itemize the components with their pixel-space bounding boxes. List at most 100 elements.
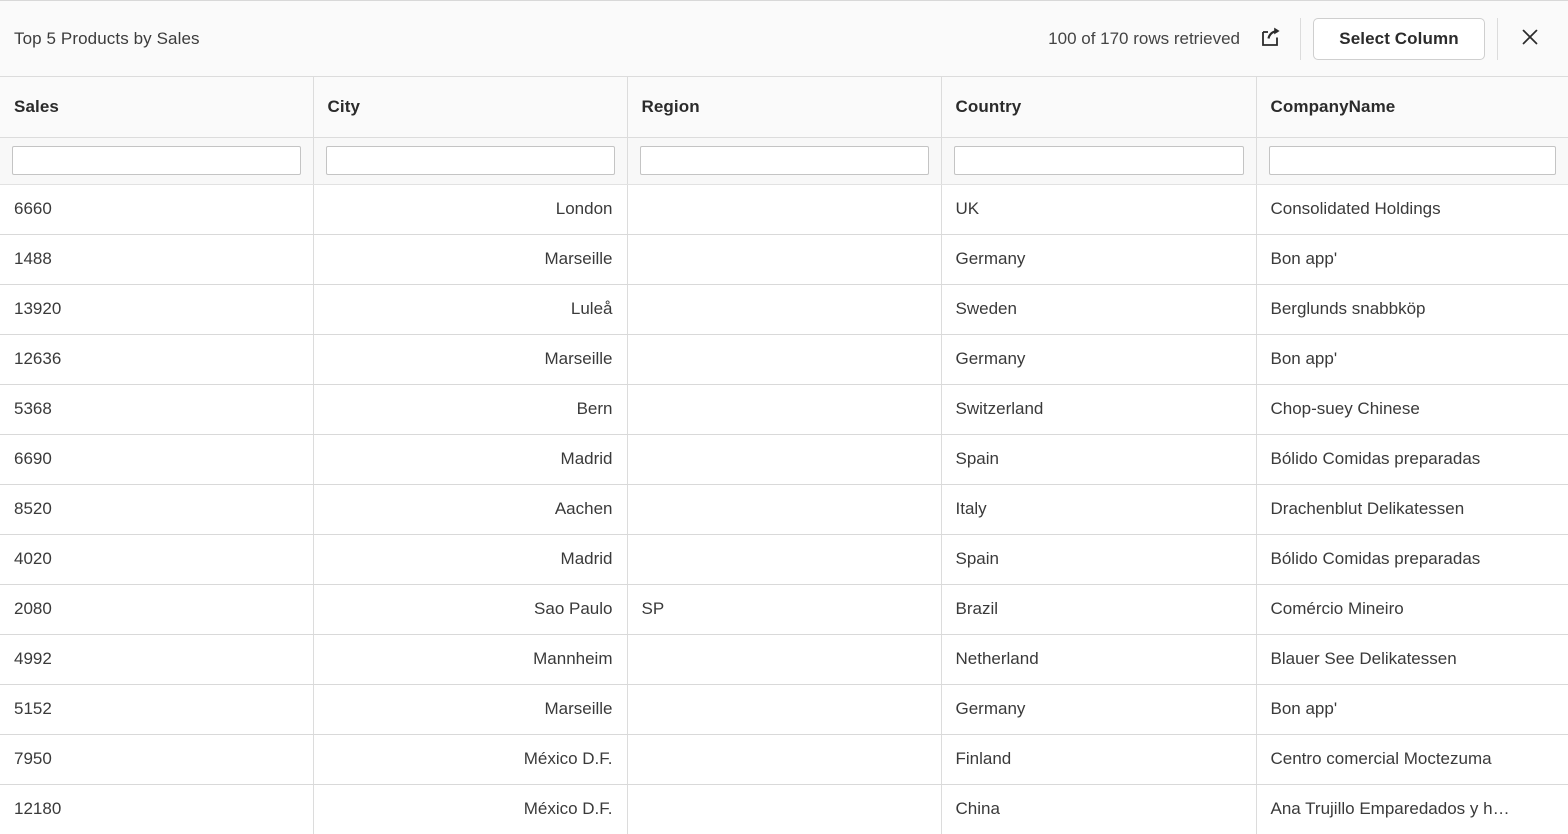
cell-company_name: Drachenblut Delikatessen [1256, 484, 1568, 534]
table-row[interactable]: 2080Sao PauloSPBrazilComércio Mineiro [0, 584, 1568, 634]
cell-city: Bern [313, 384, 627, 434]
table-scroll-area[interactable]: Sales City Region Country CompanyName [0, 77, 1568, 834]
header-divider-1 [1300, 18, 1301, 60]
filter-cell-region [627, 137, 941, 184]
close-icon [1521, 27, 1539, 51]
column-header-region[interactable]: Region [627, 77, 941, 137]
filter-cell-companyname [1256, 137, 1568, 184]
table-header-row: Sales City Region Country CompanyName [0, 77, 1568, 137]
cell-city: Marseille [313, 684, 627, 734]
cell-sales: 5368 [0, 384, 313, 434]
cell-country: China [941, 784, 1256, 834]
rows-retrieved-status: 100 of 170 rows retrieved [1048, 29, 1240, 49]
cell-country: Germany [941, 684, 1256, 734]
cell-sales: 6690 [0, 434, 313, 484]
column-header-companyname[interactable]: CompanyName [1256, 77, 1568, 137]
table-header: Sales City Region Country CompanyName [0, 77, 1568, 184]
cell-region [627, 634, 941, 684]
cell-region [627, 434, 941, 484]
table-row[interactable]: 6660London UKConsolidated Holdings [0, 184, 1568, 234]
cell-city: Mannheim [313, 634, 627, 684]
table-row[interactable]: 4992MannheimNetherlandBlauer See Delikat… [0, 634, 1568, 684]
table-row[interactable]: 12636Marseille GermanyBon app' [0, 334, 1568, 384]
cell-country: Sweden [941, 284, 1256, 334]
cell-city: London [313, 184, 627, 234]
table-row[interactable]: 5152Marseille GermanyBon app' [0, 684, 1568, 734]
cell-region [627, 534, 941, 584]
filter-input-region[interactable] [640, 146, 929, 175]
cell-company_name: Bon app' [1256, 334, 1568, 384]
cell-sales: 5152 [0, 684, 313, 734]
cell-region [627, 234, 941, 284]
close-button[interactable] [1510, 19, 1550, 59]
table-row[interactable]: 1488Marseille GermanyBon app' [0, 234, 1568, 284]
table-row[interactable]: 5368Bern SwitzerlandChop-suey Chinese [0, 384, 1568, 434]
cell-sales: 13920 [0, 284, 313, 334]
cell-company_name: Bon app' [1256, 684, 1568, 734]
table-body: 6660LondonUKConsolidated Holdings1488Mar… [0, 184, 1568, 834]
cell-sales: 4992 [0, 634, 313, 684]
table-row[interactable]: 13920LuleåSwedenBerglunds snabbköp [0, 284, 1568, 334]
cell-city: Madrid [313, 434, 627, 484]
filter-cell-country [941, 137, 1256, 184]
cell-company_name: Centro comercial Moctezuma [1256, 734, 1568, 784]
cell-region [627, 484, 941, 534]
cell-city: Aachen [313, 484, 627, 534]
column-header-country[interactable]: Country [941, 77, 1256, 137]
column-header-city[interactable]: City [313, 77, 627, 137]
filter-input-sales[interactable] [12, 146, 301, 175]
table-row[interactable]: 6690Madrid SpainBólido Comidas preparadas [0, 434, 1568, 484]
cell-company_name: Bon app' [1256, 234, 1568, 284]
cell-country: Spain [941, 534, 1256, 584]
cell-company_name: Consolidated Holdings [1256, 184, 1568, 234]
cell-company_name: Chop-suey Chinese [1256, 384, 1568, 434]
cell-region [627, 184, 941, 234]
cell-country: Germany [941, 334, 1256, 384]
cell-region: SP [627, 584, 941, 634]
cell-city: Marseille [313, 334, 627, 384]
filter-input-country[interactable] [954, 146, 1244, 175]
cell-country: Finland [941, 734, 1256, 784]
cell-country: Spain [941, 434, 1256, 484]
cell-country: Switzerland [941, 384, 1256, 434]
results-table: Sales City Region Country CompanyName [0, 77, 1568, 834]
cell-region [627, 334, 941, 384]
cell-region [627, 784, 941, 834]
header-divider-2 [1497, 18, 1498, 60]
cell-sales: 12180 [0, 784, 313, 834]
select-column-button[interactable]: Select Column [1313, 18, 1485, 60]
export-share-button[interactable] [1254, 22, 1288, 56]
table-row[interactable]: 4020MadridSpainBólido Comidas preparadas [0, 534, 1568, 584]
cell-country: Brazil [941, 584, 1256, 634]
table-row[interactable]: 8520Aachen ItalyDrachenblut Delikatessen [0, 484, 1568, 534]
table-row[interactable]: 7950México D.F.FinlandCentro comercial M… [0, 734, 1568, 784]
cell-company_name: Berglunds snabbköp [1256, 284, 1568, 334]
filter-input-city[interactable] [326, 146, 615, 175]
cell-sales: 1488 [0, 234, 313, 284]
data-table-panel: Top 5 Products by Sales 100 of 170 rows … [0, 0, 1568, 834]
column-filter-row [0, 137, 1568, 184]
cell-country: Netherland [941, 634, 1256, 684]
cell-city: México D.F. [313, 784, 627, 834]
cell-city: Marseille [313, 234, 627, 284]
filter-input-companyname[interactable] [1269, 146, 1557, 175]
filter-cell-sales [0, 137, 313, 184]
column-header-sales[interactable]: Sales [0, 77, 313, 137]
table-row[interactable]: 12180México D.F.ChinaAna Trujillo Empare… [0, 784, 1568, 834]
cell-sales: 6660 [0, 184, 313, 234]
cell-country: Germany [941, 234, 1256, 284]
header-actions: 100 of 170 rows retrieved Select Column [1048, 1, 1550, 76]
cell-region [627, 284, 941, 334]
cell-company_name: Bólido Comidas preparadas [1256, 434, 1568, 484]
cell-country: Italy [941, 484, 1256, 534]
cell-sales: 2080 [0, 584, 313, 634]
cell-sales: 7950 [0, 734, 313, 784]
cell-sales: 12636 [0, 334, 313, 384]
cell-city: Sao Paulo [313, 584, 627, 634]
cell-sales: 8520 [0, 484, 313, 534]
cell-company_name: Comércio Mineiro [1256, 584, 1568, 634]
cell-country: UK [941, 184, 1256, 234]
cell-region [627, 734, 941, 784]
cell-region [627, 684, 941, 734]
cell-sales: 4020 [0, 534, 313, 584]
